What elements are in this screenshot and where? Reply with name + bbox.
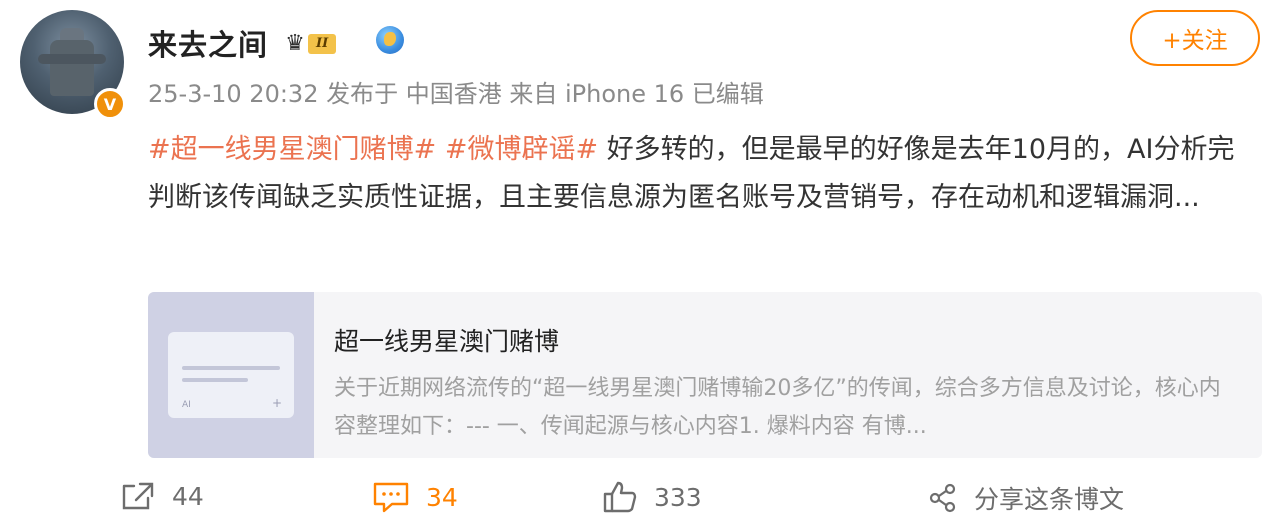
comment-count: 34: [426, 482, 458, 512]
card-thumbnail: AI +: [148, 292, 314, 458]
link-card[interactable]: AI + 超一线男星澳门赌博 关于近期网络流传的“超一线男星澳门赌博输20多亿”…: [148, 292, 1262, 458]
action-bar: 44 34 333 分享这条博文: [0, 476, 1280, 520]
comment-icon: [373, 482, 409, 513]
share-icon: [929, 483, 956, 513]
forward-button[interactable]: 44: [120, 480, 204, 512]
like-icon: [603, 481, 637, 513]
post-meta: 25-3-10 20:32 发布于 中国香港 来自 iPhone 16 已编辑: [148, 80, 764, 108]
comment-button[interactable]: 34: [372, 480, 458, 514]
crown-icon: ♛: [285, 31, 305, 56]
forward-count: 44: [172, 481, 204, 511]
level-badge[interactable]: ♛ II: [280, 30, 337, 58]
like-count: 333: [654, 482, 702, 512]
card-title[interactable]: 超一线男星澳门赌博: [334, 322, 559, 358]
card-description: 关于近期网络流传的“超一线男星澳门赌博输20多亿”的传闻，综合多方信息及讨论，核…: [334, 376, 1221, 439]
share-button[interactable]: 分享这条博文: [928, 480, 1124, 516]
hashtag-link[interactable]: #微博辟谣#: [445, 134, 598, 165]
card-thumbnail-line: [182, 378, 248, 382]
verified-icon: V: [94, 88, 126, 120]
hashtag-link[interactable]: #超一线男星澳门赌博#: [148, 134, 436, 165]
like-button[interactable]: 333: [602, 480, 702, 514]
card-thumbnail-plus: +: [272, 396, 283, 410]
level-badge-label: II: [308, 34, 337, 54]
avatar-figure-arm: [38, 54, 106, 64]
card-thumbnail-line: [182, 366, 280, 370]
post-text: #超一线男星澳门赌博# #微博辟谣# 好多转的，但是最早的好像是去年10月的，A…: [148, 126, 1248, 222]
globe-icon[interactable]: [376, 26, 404, 54]
username[interactable]: 来去之间: [148, 22, 268, 64]
avatar-figure-body: [50, 40, 94, 96]
card-thumbnail-ai-label: AI: [182, 400, 191, 410]
forward-icon: [122, 482, 154, 510]
share-label: 分享这条博文: [974, 485, 1125, 514]
follow-button[interactable]: +关注: [1130, 10, 1260, 66]
